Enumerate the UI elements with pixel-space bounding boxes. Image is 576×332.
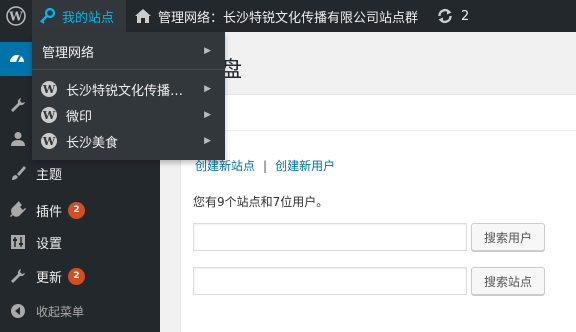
- create-site-link[interactable]: 创建新站点: [195, 159, 255, 173]
- user-icon: [0, 130, 36, 148]
- search-users-input[interactable]: [193, 223, 467, 251]
- sidebar-item-dashboard[interactable]: [0, 42, 34, 76]
- my-sites-label: 我的站点: [62, 10, 115, 26]
- network-right-now-panel: 创建新站点 | 创建新用户 您有9个站点和7位用户。 搜索用户 搜索站点: [180, 94, 576, 332]
- wrench-icon: [0, 96, 36, 114]
- wordpress-logo-button[interactable]: W: [0, 0, 32, 32]
- submenu-arrow-icon: ▶: [204, 110, 211, 120]
- stats-text: 您有9个站点和7位用户。: [193, 195, 329, 209]
- menu-item-label: 长沙特锐文化传播有...: [66, 83, 194, 99]
- menu-item-network-admin[interactable]: 管理网络 ▶: [32, 38, 225, 64]
- search-sites-button[interactable]: 搜索站点: [471, 267, 545, 295]
- sidebar-item-label: 设置: [36, 236, 63, 252]
- svg-text:W: W: [42, 83, 56, 96]
- my-sites-dropdown: 管理网络 ▶ W 长沙特锐文化传播有... ▶ W 微印 ▶ W 长沙美食 ▶: [32, 32, 225, 160]
- sidebar-item-label: 更新: [36, 270, 63, 286]
- link-separator: |: [263, 159, 268, 173]
- network-admin-link[interactable]: 管理网络：长沙特锐文化传播有限公司站点群: [132, 0, 418, 32]
- submenu-arrow-icon: ▶: [204, 136, 211, 146]
- search-sites-input[interactable]: [193, 267, 467, 295]
- submenu-arrow-icon: ▶: [204, 46, 211, 56]
- collapse-menu-button[interactable]: 收起菜单: [0, 294, 160, 328]
- menu-item-label: 长沙美食: [66, 135, 119, 151]
- settings-icon: [0, 233, 36, 251]
- menu-item-site-1[interactable]: W 长沙特锐文化传播有... ▶: [32, 76, 225, 102]
- updates-badge: 2: [68, 267, 86, 285]
- sidebar-item-themes[interactable]: 主题: [0, 156, 160, 190]
- create-user-link[interactable]: 创建新用户: [275, 159, 335, 173]
- panel-header: [181, 95, 576, 131]
- menu-item-label: 微印: [66, 109, 93, 125]
- collapse-icon: [0, 303, 36, 319]
- svg-text:W: W: [42, 109, 56, 122]
- network-label: 管理网络：长沙特锐文化传播有限公司站点群: [158, 10, 419, 26]
- my-sites-menu[interactable]: 我的站点: [32, 0, 126, 32]
- wordpress-icon: W: [40, 106, 60, 124]
- wordpress-icon: W: [40, 132, 60, 150]
- sidebar-item-label: 主题: [36, 167, 63, 183]
- wordpress-icon: W: [40, 80, 60, 98]
- menu-item-site-3[interactable]: W 长沙美食 ▶: [32, 128, 225, 154]
- plugins-update-badge: 2: [68, 201, 86, 219]
- submenu-arrow-icon: ▶: [204, 84, 211, 94]
- updates-link[interactable]: 2: [436, 0, 469, 32]
- svg-text:W: W: [8, 10, 23, 24]
- search-users-button[interactable]: 搜索用户: [471, 223, 545, 251]
- menu-divider: [32, 69, 225, 70]
- wordpress-icon: W: [6, 6, 26, 26]
- wrench-icon: [0, 267, 36, 285]
- plugin-icon: [0, 201, 36, 219]
- home-icon: [135, 9, 151, 23]
- dashboard-icon: [0, 50, 34, 68]
- brush-icon: [0, 164, 36, 182]
- sidebar-item-settings[interactable]: 设置: [0, 225, 160, 259]
- sidebar-item-updates[interactable]: 更新 2: [0, 259, 160, 293]
- sidebar-item-label: 插件: [36, 204, 63, 220]
- refresh-icon: [438, 8, 452, 24]
- sidebar-item-plugins[interactable]: 插件 2: [0, 193, 160, 227]
- sidebar-item-label: 收起菜单: [36, 304, 85, 319]
- menu-item-label: 管理网络: [42, 45, 95, 61]
- admin-bar: W 我的站点 管理网络：长沙特锐文化传播有限公司站点群 2: [0, 0, 576, 32]
- updates-count: 2: [461, 8, 470, 24]
- svg-text:W: W: [42, 135, 56, 148]
- menu-item-site-2[interactable]: W 微印 ▶: [32, 102, 225, 128]
- key-icon: [40, 7, 56, 24]
